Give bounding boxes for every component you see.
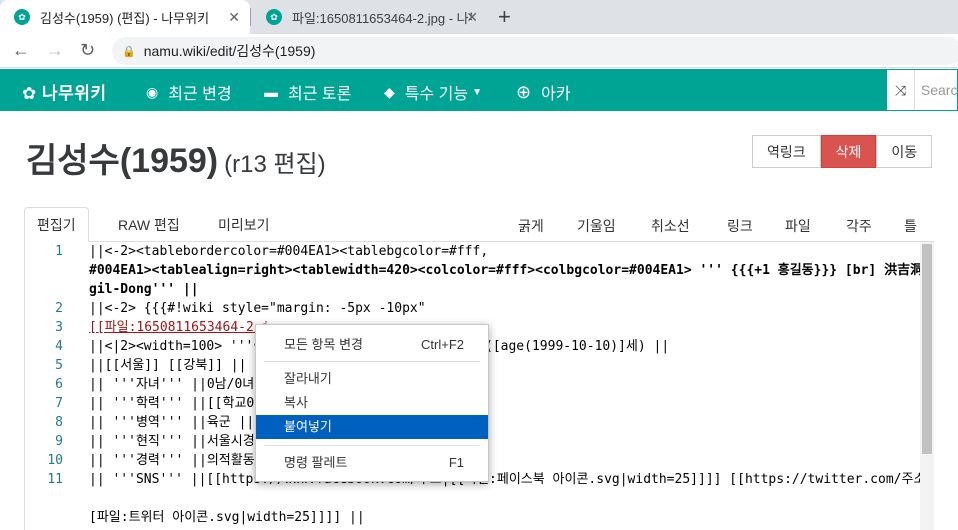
search-box[interactable]: ⤨ Search — [886, 69, 958, 111]
menu-divider — [264, 445, 480, 446]
nav-label: 특수 기능 — [404, 86, 469, 103]
namuwiki-favicon-icon: ✿ — [266, 9, 282, 25]
menu-item-label: 잘라내기 — [284, 371, 332, 386]
bold-tool-button[interactable]: 굵게 — [518, 216, 544, 236]
lock-icon: 🔒 — [122, 45, 136, 58]
line-code: ||<-2> {{{#!wiki style="margin: -5px -10… — [89, 301, 426, 316]
nav-label: 최근 변경 — [168, 86, 232, 103]
editor-scrollbar-thumb[interactable] — [922, 244, 932, 454]
link-tool-button[interactable]: 링크 — [727, 216, 753, 236]
line-code: ||[[서울]] [[강북]] || — [89, 358, 247, 373]
random-shuffle-icon[interactable]: ⤨ — [887, 70, 915, 110]
search-input[interactable]: Search — [915, 82, 957, 98]
namuwiki-favicon-icon: ✿ — [14, 9, 30, 25]
line-number: 10 — [47, 453, 63, 468]
menu-item-label: 명령 팔레트 — [284, 455, 348, 470]
nav-label: 아카 — [541, 86, 571, 103]
backlinks-button[interactable]: 역링크 — [752, 135, 821, 168]
tab-title: 김성수(1959) (편집) - 나무위키 — [40, 10, 210, 26]
page-subtitle: (r13 편집) — [224, 151, 326, 178]
line-code: ||<|2><width=100> '''출 — [89, 339, 266, 354]
move-button[interactable]: 이동 — [876, 135, 933, 168]
menu-item-command-palette[interactable]: 명령 팔레트 F1 — [256, 451, 488, 475]
line-number: 2 — [55, 301, 63, 316]
tab-editor[interactable]: 편집기 — [24, 207, 89, 243]
logo-mark-icon: ✿ — [22, 84, 42, 103]
comment-icon: ▬ — [264, 84, 278, 100]
line-number: 5 — [55, 358, 63, 373]
line-number: 1 — [55, 244, 63, 259]
new-tab-plus-icon[interactable]: + — [498, 4, 511, 30]
context-menu: 모든 항목 변경 Ctrl+F2 잘라내기 복사 붙여넣기 명령 팔레트 F1 — [255, 324, 489, 482]
caret-down-icon: ▼ — [472, 86, 483, 98]
nav-recent-discuss[interactable]: ▬ 최근 토론 — [264, 80, 351, 104]
close-tab-icon[interactable]: ✕ — [228, 9, 240, 26]
site-logo[interactable]: ✿ 나무위키 — [22, 79, 107, 104]
italic-tool-button[interactable]: 기울임 — [577, 216, 616, 236]
line-code: || '''경력''' ||의적활동 — [89, 453, 255, 468]
line-number: 6 — [55, 377, 63, 392]
line-code: [파일:트위터 아이콘.svg|width=25]]]] || — [89, 510, 365, 525]
compass-icon: ◉ — [146, 83, 159, 100]
line-code: gil-Dong''' || — [89, 282, 199, 297]
line-code: || '''자녀''' ||0남/0녀 — [89, 377, 255, 392]
browser-toolbar: ← → ↻ 🔒 namu.wiki/edit/김성수(1959) — [0, 34, 958, 68]
page-action-buttons: 역링크 삭제 이동 — [752, 135, 933, 168]
menu-item-label: 복사 — [284, 395, 308, 410]
cube-icon: ◆ — [384, 83, 395, 100]
menu-item-cut[interactable]: 잘라내기 — [256, 367, 488, 391]
menu-item-label: 모든 항목 변경 — [284, 337, 363, 352]
line-code: [[파일:1650811653464-2.j — [89, 320, 270, 335]
address-bar[interactable]: 🔒 namu.wiki/edit/김성수(1959) — [112, 37, 958, 65]
tab-divider — [250, 8, 251, 26]
file-tool-button[interactable]: 파일 — [785, 216, 811, 236]
editor-tabbar: 편집기 RAW 편집 미리보기 굵게 기울임 취소선 링크 파일 각주 틀 — [24, 207, 934, 243]
strike-tool-button[interactable]: 취소선 — [651, 216, 690, 236]
line-code: || '''현직''' ||서울시경 — [89, 434, 255, 449]
page-title: 김성수(1959) (r13 편집) — [26, 133, 326, 182]
forward-arrow-icon[interactable]: → — [46, 40, 64, 61]
back-arrow-icon[interactable]: ← — [12, 40, 30, 61]
arca-icon: ⊕ — [516, 81, 532, 102]
nav-arca[interactable]: ⊕ 아카 — [516, 80, 571, 104]
menu-item-label: 붙여넣기 — [284, 419, 332, 434]
site-navbar: ✿ 나무위키 ◉ 최근 변경 ▬ 최근 토론 ◆ 특수 기능 ▼ ⊕ 아카 ⤨ Searc… — [0, 69, 958, 111]
line-code: || '''SNS''' ||[[https://www.facebook.co… — [89, 472, 934, 487]
template-tool-button[interactable]: 틀 — [904, 216, 917, 236]
line-code: || '''병역''' ||육군 || — [89, 415, 255, 430]
menu-item-paste[interactable]: 붙여넣기 — [256, 415, 488, 439]
url-text: namu.wiki/edit/김성수(1959) — [143, 43, 316, 59]
line-number: 4 — [55, 339, 63, 354]
browser-tab-inactive[interactable]: ✿ 파일:1650811653464-2.jpg - 나무위키 ✕ — [252, 0, 488, 34]
menu-item-shortcut: F1 — [448, 455, 464, 470]
nav-label: 최근 토론 — [288, 86, 352, 103]
line-number: 7 — [55, 396, 63, 411]
menu-item-change-all[interactable]: 모든 항목 변경 Ctrl+F2 — [256, 333, 488, 357]
page-title-text: 김성수(1959) — [26, 142, 219, 180]
line-number: 9 — [55, 434, 63, 449]
line-number: 8 — [55, 415, 63, 430]
line-code: #004EA1><tablealign=right><tablewidth=42… — [89, 263, 934, 278]
line-code-tail: ([age(1999-10-10)]세) || — [485, 339, 670, 354]
line-code: ||<-2><tablebordercolor=#004EA1><tablebg… — [89, 244, 489, 259]
menu-divider — [264, 361, 480, 362]
tab-raw-edit[interactable]: RAW 편집 — [106, 207, 192, 242]
nav-recent-changes[interactable]: ◉ 최근 변경 — [146, 80, 232, 104]
delete-button[interactable]: 삭제 — [820, 135, 877, 168]
browser-tab-strip: ✿ 김성수(1959) (편집) - 나무위키 ✕ ✿ 파일:165081165… — [0, 0, 958, 34]
menu-item-copy[interactable]: 복사 — [256, 391, 488, 415]
line-number: 11 — [47, 472, 63, 487]
line-code: || '''학력''' ||[[학교0 — [89, 396, 255, 411]
footnote-tool-button[interactable]: 각주 — [846, 216, 872, 236]
reload-icon[interactable]: ↻ — [80, 40, 95, 61]
line-number: 3 — [55, 320, 63, 335]
browser-tab-active[interactable]: ✿ 김성수(1959) (편집) - 나무위키 ✕ — [0, 0, 250, 34]
tab-preview[interactable]: 미리보기 — [206, 207, 282, 242]
logo-text: 나무위키 — [41, 84, 107, 103]
close-tab-icon[interactable]: ✕ — [466, 9, 478, 26]
menu-item-shortcut: Ctrl+F2 — [421, 337, 464, 352]
nav-special-functions[interactable]: ◆ 특수 기능 ▼ — [384, 80, 482, 104]
tab-title: 파일:1650811653464-2.jpg - 나무위키 — [292, 10, 472, 26]
